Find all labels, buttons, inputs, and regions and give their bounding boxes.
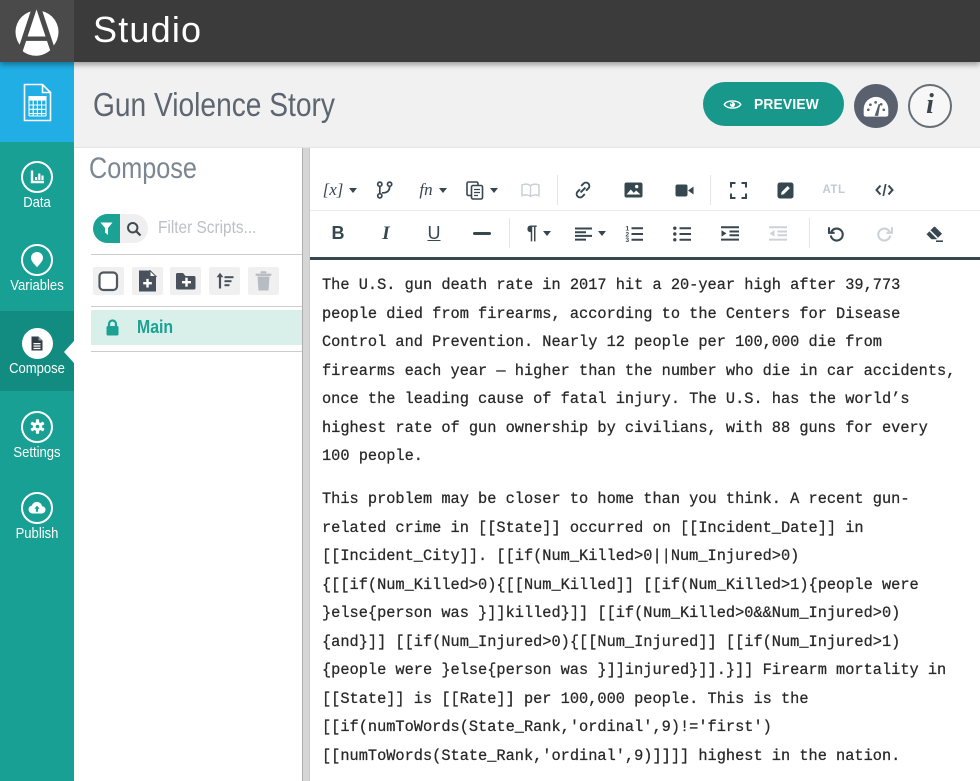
svg-text:3: 3 [626, 237, 630, 242]
